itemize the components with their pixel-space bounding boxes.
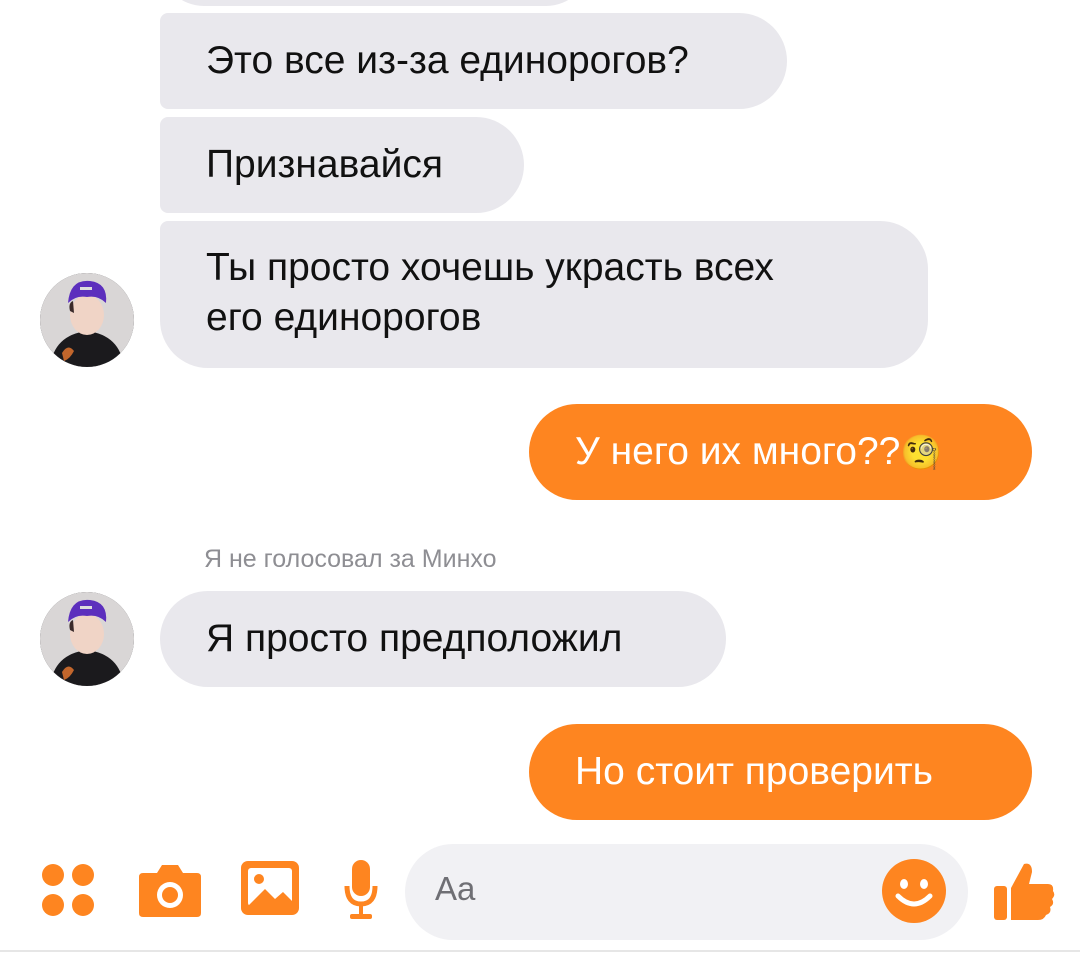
chat-window: Это все из-за единорогов? Признавайся Ты… bbox=[0, 0, 1080, 954]
avatar[interactable] bbox=[40, 592, 134, 686]
thumbs-up-icon[interactable] bbox=[994, 860, 1056, 922]
message-bubble-incoming[interactable]: Это все из-за единорогов? bbox=[160, 13, 787, 109]
more-dots-icon[interactable] bbox=[41, 863, 95, 917]
message-bubble-outgoing[interactable]: У него их много??🧐 bbox=[529, 404, 1032, 500]
message-input[interactable]: Aa bbox=[405, 844, 968, 940]
camera-icon[interactable] bbox=[139, 863, 201, 917]
message-text: Я просто предположил bbox=[206, 617, 623, 660]
sender-name-label: Я не голосовал за Минхо bbox=[204, 545, 497, 573]
microphone-icon[interactable] bbox=[344, 860, 378, 920]
message-bubble-partial bbox=[160, 0, 590, 6]
message-composer: Aa bbox=[0, 838, 1080, 954]
message-text-line: его единорогов bbox=[206, 296, 482, 339]
message-input-placeholder: Aa bbox=[435, 870, 476, 907]
message-text: У него их много?? bbox=[575, 430, 901, 473]
message-bubble-incoming[interactable]: Я просто предположил bbox=[160, 591, 726, 687]
image-icon[interactable] bbox=[241, 861, 299, 915]
monocle-face-emoji: 🧐 bbox=[900, 434, 943, 472]
message-text-line: Ты просто хочешь украсть всех bbox=[206, 246, 774, 289]
avatar[interactable] bbox=[40, 273, 134, 367]
message-text: Но стоит проверить bbox=[575, 750, 933, 793]
bottom-divider bbox=[0, 950, 1080, 952]
message-bubble-incoming[interactable]: Признавайся bbox=[160, 117, 524, 213]
message-text: Признавайся bbox=[206, 143, 443, 186]
message-text: Это все из-за единорогов? bbox=[206, 39, 689, 82]
avatar-photo bbox=[40, 273, 134, 367]
avatar-photo bbox=[40, 592, 134, 686]
emoji-icon[interactable] bbox=[881, 858, 947, 924]
message-bubble-incoming[interactable]: Ты просто хочешь украсть всех его единор… bbox=[160, 221, 928, 368]
message-bubble-outgoing[interactable]: Но стоит проверить bbox=[529, 724, 1032, 820]
